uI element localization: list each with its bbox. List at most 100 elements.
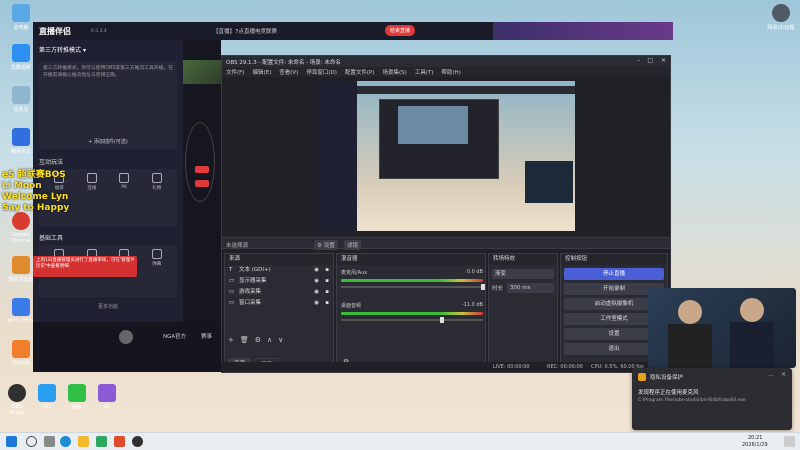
sources-dock: 来源 T 文本 (GDI+) ◉ ▪ ▭ 显示器采集 ◉ ▪ ▭ 游戏采集 ◉ ▪ ▭ 窗口采集 ◉ ▪… [224, 253, 334, 373]
filters-button[interactable]: 滤镜 [344, 240, 362, 250]
window-icon: ▭ [229, 300, 235, 306]
desktop-icon-wechat[interactable]: 微信 [64, 384, 90, 411]
folder-icon[interactable] [78, 436, 89, 447]
vs-icon [98, 384, 116, 402]
section-interact-title: 互动玩法 [39, 159, 64, 166]
wechat-icon [68, 384, 86, 402]
preview-camera-thumb [525, 161, 573, 203]
desktop-icon-qq[interactable]: QQ [34, 384, 60, 410]
text-icon: T [229, 267, 233, 273]
eye-icon[interactable]: ◉ [314, 265, 319, 276]
menu-profile[interactable]: 配置文件(P) [345, 68, 375, 76]
stop-streaming-button[interactable]: 停止直播 [564, 268, 664, 280]
lock-icon[interactable]: ▪ [325, 265, 329, 276]
close-icon[interactable]: ✕ [781, 371, 786, 378]
obs-source-toolbar: 未选择源 ⚙ 设置 滤镜 [222, 237, 670, 250]
close-icon[interactable]: ✕ [661, 57, 666, 64]
gear-icon[interactable]: ⚙ [255, 336, 261, 344]
slider-handle[interactable] [440, 317, 445, 323]
obs-window: OBS 29.1.3 - 配置文件: 未命名 - 场景: 未命名 – □ ✕ 文… [221, 55, 671, 373]
record-badge [195, 180, 209, 187]
desktop-icon-obs[interactable]: OBS Studio [4, 384, 30, 416]
transitions-dock: 转场特效 渐变 时长 300 ms [488, 253, 558, 373]
eye-icon[interactable]: ◉ [314, 298, 319, 309]
eye-icon[interactable]: ◉ [314, 276, 319, 287]
remote-icon [772, 4, 790, 22]
notification-icon[interactable] [784, 436, 795, 447]
youku-icon [12, 44, 30, 62]
desktop-icon-uu-remote[interactable]: 网易UU远程 [764, 4, 798, 31]
chrome-icon [12, 212, 30, 230]
transition-select[interactable]: 渐变 [492, 269, 554, 279]
add-icon[interactable]: + [228, 336, 234, 344]
eye-icon[interactable]: ◉ [314, 287, 319, 298]
source-item[interactable]: ▭ 游戏采集 ◉ ▪ [225, 287, 333, 298]
avatar[interactable] [119, 330, 133, 344]
broadcaster-titlebar: 直播伴侣 6.5.3.4 【直播】7点直播电竞联赛 结束直播 [33, 22, 673, 40]
tool-item[interactable]: 弹幕 [141, 249, 174, 293]
more-features-link[interactable]: 更多功能 [33, 297, 183, 310]
lock-icon[interactable]: ▪ [325, 298, 329, 309]
audio-mixer-dock: 混音器 麦克风/Aux 0.0 dB 桌面音频 -11.0 dB ⚙ [336, 253, 486, 373]
desktop-icon-vs[interactable]: VS [94, 384, 120, 410]
person-icon [740, 298, 764, 322]
down-icon[interactable]: ∨ [278, 336, 283, 344]
present-icon [151, 173, 162, 183]
source-item[interactable]: ▭ 窗口采集 ◉ ▪ [225, 298, 333, 309]
app-icon[interactable] [96, 436, 107, 447]
obs-taskbar-icon[interactable] [132, 436, 143, 447]
source-item[interactable]: T 文本 (GDI+) ◉ ▪ [225, 265, 333, 276]
minimize-icon[interactable]: – [637, 57, 640, 64]
up-icon[interactable]: ∧ [267, 336, 272, 344]
preview-nested-screen [398, 106, 468, 144]
meeting-icon [12, 128, 30, 146]
app-icon[interactable] [114, 436, 125, 447]
task-view-icon[interactable] [44, 436, 55, 447]
obs-menubar: 文件(F) 编辑(E) 查看(V) 停靠窗口(D) 配置文件(P) 场景集(S)… [222, 67, 670, 77]
camera-preview-overlay[interactable] [648, 288, 796, 368]
broadcaster-logo: 直播伴侣 [39, 27, 71, 36]
monitor-icon: ▭ [229, 278, 235, 284]
maximize-icon[interactable]: □ [647, 57, 653, 64]
volume-slider[interactable] [341, 284, 485, 290]
obs-preview[interactable] [317, 81, 575, 231]
slider-handle[interactable] [481, 284, 485, 290]
qq-icon [38, 384, 56, 402]
menu-help[interactable]: 帮助(H) [441, 68, 460, 76]
person-body [730, 322, 774, 368]
lock-icon[interactable]: ▪ [325, 276, 329, 287]
mixer-channel-desktop: 桌面音频 -11.0 dB [341, 302, 483, 323]
add-plugin-button[interactable]: + 添加插件(可选) [39, 138, 177, 145]
more-icon[interactable]: … [768, 371, 774, 378]
menu-scene-collection[interactable]: 场景集(S) [382, 68, 406, 76]
start-icon[interactable] [6, 436, 17, 447]
preview-nested-obs [379, 99, 499, 179]
preview-obs-mirror-bar [357, 86, 575, 94]
duration-input[interactable]: 300 ms [507, 283, 554, 293]
volume-slider[interactable] [341, 317, 483, 323]
menu-docks[interactable]: 停靠窗口(D) [306, 68, 337, 76]
menu-view[interactable]: 查看(V) [279, 68, 298, 76]
menu-file[interactable]: 文件(F) [226, 68, 244, 76]
interact-item[interactable]: 礼物 [141, 173, 174, 223]
obs-titlebar: OBS 29.1.3 - 配置文件: 未命名 - 场景: 未命名 – □ ✕ [222, 56, 670, 67]
live-title: 【直播】7点直播电竞联赛 [213, 29, 278, 35]
privacy-notification[interactable]: 隐私设备保护 … ✕ 发现程序正在使用麦克风 C:\Program Files\… [632, 368, 792, 430]
properties-button[interactable]: ⚙ 设置 [314, 240, 338, 250]
duration-row: 时长 300 ms [492, 283, 554, 293]
scene-mode-select[interactable]: 第三方转推模式 ▾ [33, 40, 183, 59]
overlay-text: eS 超联赛BOS Li Moon Welcome Lyn Say to Hap… [2, 170, 70, 213]
obs-statusbar: LIVE: 00:00:00 REC: 00:00:00 CPU: 0.5%, … [221, 362, 671, 372]
menu-edit[interactable]: 编辑(E) [252, 68, 271, 76]
trash-icon[interactable]: 🗑 [240, 336, 249, 344]
end-live-button[interactable]: 结束直播 [385, 25, 416, 36]
volume-meter [341, 279, 483, 282]
close-icon[interactable]: × [130, 257, 135, 263]
broadcaster-banner [493, 22, 673, 40]
menu-tools[interactable]: 工具(T) [415, 68, 434, 76]
source-item[interactable]: ▭ 显示器采集 ◉ ▪ [225, 276, 333, 287]
search-icon[interactable] [26, 436, 37, 447]
edge-icon[interactable] [60, 436, 71, 447]
todesk-icon [12, 340, 30, 358]
lock-icon[interactable]: ▪ [325, 287, 329, 298]
